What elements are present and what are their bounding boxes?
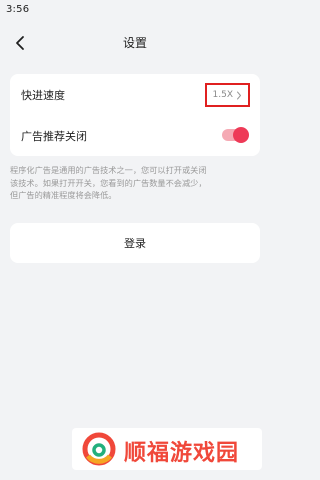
page-title: 设置 (122, 36, 147, 50)
ad-hint-text: 程序化广告是通用的广告技术之一，您可以打开或关闭 该技术。如果打开开关，您看到的… (10, 164, 260, 202)
setting-label-ad-recommendation: 广告推荐关闭 (21, 130, 87, 143)
watermark: 顺福游戏园 (72, 428, 262, 470)
ad-recommendation-toggle[interactable] (222, 127, 249, 143)
watermark-text: 顺福游戏园 (124, 441, 240, 466)
playback-speed-selector[interactable]: 1.5X (204, 83, 250, 107)
hint-line: 但广告的精准程度将会降低。 (10, 190, 117, 200)
settings-card: 快进速度 1.5X 广告推荐关闭 (10, 74, 260, 156)
hint-line: 该技术。如果打开开关，您看到的广告数量不会减少， (10, 177, 207, 188)
status-time: 3:56 (6, 4, 30, 15)
setting-row-playback-speed[interactable]: 快进速度 1.5X (10, 74, 260, 115)
playback-speed-value: 1.5X (212, 90, 233, 100)
watermark-logo-icon (82, 432, 116, 466)
toggle-knob (233, 127, 249, 143)
login-label: 登录 (124, 237, 146, 250)
login-button[interactable]: 登录 (10, 223, 260, 263)
status-bar: 3:56 (0, 0, 270, 22)
setting-row-ad-recommendation: 广告推荐关闭 (10, 115, 260, 156)
hint-line: 程序化广告是通用的广告技术之一，您可以打开或关闭 (10, 165, 207, 175)
chevron-right-icon (237, 91, 241, 99)
nav-bar: 设置 (0, 26, 270, 60)
setting-label-playback-speed: 快进速度 (21, 89, 65, 102)
